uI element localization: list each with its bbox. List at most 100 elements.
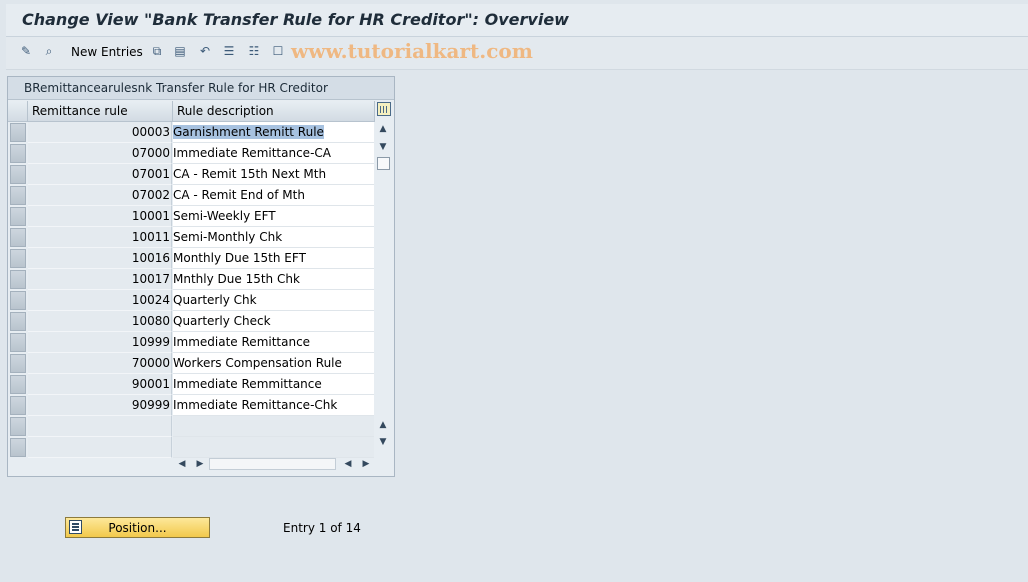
undo-icon[interactable]: ↶ — [197, 43, 213, 59]
row-selector[interactable] — [10, 417, 26, 436]
rule-description-text: Workers Compensation Rule — [173, 356, 342, 370]
column-header-rule-description[interactable]: Rule description — [173, 101, 375, 122]
row-selector[interactable] — [10, 207, 26, 226]
rule-description-cell[interactable]: Quarterly Check — [173, 311, 374, 332]
copy-icon[interactable]: ⧉ — [149, 43, 165, 59]
rule-description-text: Monthly Due 15th EFT — [173, 251, 306, 265]
table-row: 10080 Quarterly Check — [8, 311, 374, 332]
row-selector[interactable] — [10, 270, 26, 289]
rule-description-cell[interactable]: CA - Remit End of Mth — [173, 185, 374, 206]
rule-description-text: Garnishment Remitt Rule — [173, 125, 324, 139]
rule-description-text: CA - Remit 15th Next Mth — [173, 167, 327, 181]
page-down-icon[interactable]: ▼ — [376, 436, 390, 448]
table-title: BRemittancearulesnk Transfer Rule for HR… — [24, 81, 328, 95]
row-selector[interactable] — [10, 312, 26, 331]
row-selector[interactable] — [10, 438, 26, 457]
page-title: Change View "Bank Transfer Rule for HR C… — [22, 10, 569, 29]
scroll-left-icon[interactable]: ◀ — [175, 457, 189, 471]
row-selector[interactable] — [10, 396, 26, 415]
rule-description-cell[interactable]: Immediate Remittance-Chk — [173, 395, 374, 416]
select-all-icon[interactable]: ☰ — [221, 43, 237, 59]
select-block-icon[interactable]: ☷ — [246, 43, 262, 59]
find-icon[interactable]: ⌕ — [41, 43, 57, 59]
rule-description-cell[interactable]: Semi-Monthly Chk — [173, 227, 374, 248]
new-entries-button[interactable]: New Entries — [71, 45, 143, 59]
rule-description-text: Immediate Remittance — [173, 335, 311, 349]
title-bar: Change View "Bank Transfer Rule for HR C… — [6, 4, 1028, 37]
row-selector[interactable] — [10, 144, 26, 163]
table-row: 10024 Quarterly Chk — [8, 290, 374, 311]
remittance-rule-cell: 07002 — [28, 185, 172, 206]
application-toolbar: ✎ ⌕ New Entries ⧉ ▤ ↶ ☰ ☷ ☐ www.tutorial… — [6, 37, 1028, 70]
remittance-rule-cell: 90999 — [28, 395, 172, 416]
scroll-right-icon[interactable]: ▶ — [193, 457, 207, 471]
scroll-up-icon[interactable]: ▲ — [376, 123, 390, 135]
table-row: 10017 Mnthly Due 15th Chk — [8, 269, 374, 290]
table-row: 90999 Immediate Remittance-Chk — [8, 395, 374, 416]
row-selector[interactable] — [10, 354, 26, 373]
remittance-rule-cell: 07001 — [28, 164, 172, 185]
main-content: BRemittancearulesnk Transfer Rule for HR… — [6, 70, 1028, 582]
rule-description-cell[interactable]: Semi-Weekly EFT — [173, 206, 374, 227]
remittance-rule-cell — [28, 437, 172, 458]
scroll-thumb[interactable] — [377, 157, 390, 170]
table-settings-icon[interactable] — [377, 102, 391, 116]
rule-description-cell[interactable]: Quarterly Chk — [173, 290, 374, 311]
row-selector[interactable] — [10, 165, 26, 184]
rule-description-cell[interactable]: Mnthly Due 15th Chk — [173, 269, 374, 290]
remittance-rule-cell: 10024 — [28, 290, 172, 311]
rule-description-cell[interactable]: Workers Compensation Rule — [173, 353, 374, 374]
scroll-left-icon-2[interactable]: ◀ — [341, 457, 355, 471]
remittance-rule-cell: 10017 — [28, 269, 172, 290]
table-row: 10001 Semi-Weekly EFT — [8, 206, 374, 227]
rule-description-text: Immediate Remittance-CA — [173, 146, 331, 160]
remittance-rule-cell: 10011 — [28, 227, 172, 248]
entry-counter: Entry 1 of 14 — [283, 521, 361, 535]
remittance-rule-cell — [28, 416, 172, 437]
rule-description-text: Mnthly Due 15th Chk — [173, 272, 300, 286]
rule-description-text: CA - Remit End of Mth — [173, 188, 305, 202]
deselect-all-icon[interactable]: ☐ — [270, 43, 286, 59]
remittance-rule-cell: 10001 — [28, 206, 172, 227]
rule-description-text: Quarterly Check — [173, 314, 271, 328]
remittance-rule-cell: 10999 — [28, 332, 172, 353]
row-selector[interactable] — [10, 123, 26, 142]
rule-description-cell[interactable]: Immediate Remittance — [173, 332, 374, 353]
rule-description-cell[interactable]: CA - Remit 15th Next Mth — [173, 164, 374, 185]
remittance-rule-cell: 10080 — [28, 311, 172, 332]
remittance-rule-cell: 70000 — [28, 353, 172, 374]
row-selector[interactable] — [10, 186, 26, 205]
table-title-bar: BRemittancearulesnk Transfer Rule for HR… — [8, 77, 394, 100]
table-row: 10016 Monthly Due 15th EFT — [8, 248, 374, 269]
page-up-icon[interactable]: ▲ — [376, 419, 390, 431]
scroll-down-icon[interactable]: ▼ — [376, 141, 390, 153]
row-selector[interactable] — [10, 249, 26, 268]
rule-description-cell — [173, 416, 374, 437]
table-control: BRemittancearulesnk Transfer Rule for HR… — [7, 76, 395, 477]
table-row: 10999 Immediate Remittance — [8, 332, 374, 353]
rule-description-cell[interactable]: Garnishment Remitt Rule — [173, 122, 374, 143]
remittance-rule-cell: 90001 — [28, 374, 172, 395]
select-all-rows-header[interactable] — [8, 101, 28, 122]
scroll-right-icon-2[interactable]: ▶ — [359, 457, 373, 471]
rule-description-text: Semi-Monthly Chk — [173, 230, 283, 244]
table-row: 10011 Semi-Monthly Chk — [8, 227, 374, 248]
rule-description-cell[interactable]: Immediate Remittance-CA — [173, 143, 374, 164]
table-row-empty — [8, 437, 374, 458]
remittance-rule-cell: 00003 — [28, 122, 172, 143]
delete-icon[interactable]: ▤ — [172, 43, 188, 59]
position-button[interactable]: Position... — [65, 517, 210, 538]
rule-description-cell[interactable]: Immediate Remmittance — [173, 374, 374, 395]
table-row: 07000 Immediate Remittance-CA — [8, 143, 374, 164]
display-change-icon[interactable]: ✎ — [18, 43, 34, 59]
table-row-empty — [8, 416, 374, 437]
row-selector[interactable] — [10, 228, 26, 247]
horizontal-scrollbar[interactable] — [209, 458, 336, 470]
row-selector[interactable] — [10, 291, 26, 310]
rule-description-cell[interactable]: Monthly Due 15th EFT — [173, 248, 374, 269]
table-row: 90001 Immediate Remmittance — [8, 374, 374, 395]
table-row: 07002 CA - Remit End of Mth — [8, 185, 374, 206]
column-header-remittance-rule[interactable]: Remittance rule — [28, 101, 173, 122]
row-selector[interactable] — [10, 375, 26, 394]
row-selector[interactable] — [10, 333, 26, 352]
